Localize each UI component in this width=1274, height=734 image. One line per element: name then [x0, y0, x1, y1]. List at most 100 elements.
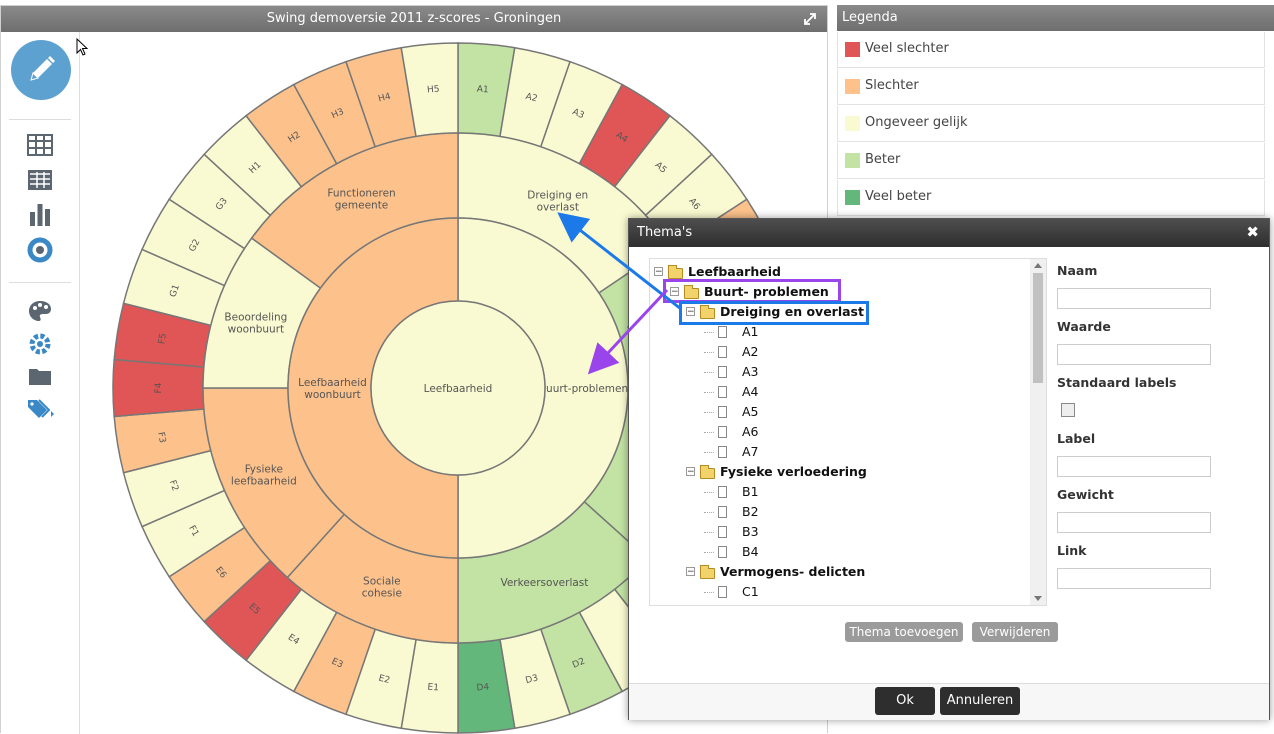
tree-leaf-node[interactable]: A5	[742, 402, 759, 422]
tree-connector	[704, 512, 714, 513]
legend-swatch	[845, 42, 860, 57]
standaard-labels-checkbox[interactable]	[1061, 403, 1075, 417]
tree-leaf-node[interactable]: A7	[742, 442, 759, 462]
legend-item-ongeveer-gelijk: Ongeveer gelijk	[837, 106, 1265, 142]
legend-item-slechter: Slechter	[837, 69, 1265, 105]
sunburst-segment-label: E1	[427, 683, 439, 694]
tree-connector	[704, 432, 714, 433]
highlight-box-blue	[679, 301, 869, 325]
legend-swatch	[845, 116, 860, 131]
document-icon	[718, 426, 727, 438]
legend-label: Veel beter	[865, 189, 932, 204]
tree-connector	[704, 552, 714, 553]
document-icon	[718, 586, 727, 598]
remove-button[interactable]: Verwijderen	[972, 622, 1058, 642]
naam-input[interactable]	[1057, 288, 1211, 309]
tree-connector	[704, 332, 714, 333]
naam-label: Naam	[1057, 263, 1098, 278]
mouse-cursor-icon	[76, 38, 89, 56]
tree-connector	[704, 452, 714, 453]
tree-connector	[704, 592, 714, 593]
gewicht-label: Gewicht	[1057, 487, 1114, 502]
tree-toggle-icon[interactable]: −	[686, 567, 695, 577]
legend-swatch	[845, 153, 860, 168]
folder-icon	[700, 565, 715, 579]
tree-connector	[704, 352, 714, 353]
tree-leaf-node[interactable]: A6	[742, 422, 759, 442]
tree-scrollbar-thumb[interactable]	[1033, 273, 1043, 383]
tree-toggle-icon[interactable]: −	[686, 467, 695, 477]
legend-title: Legenda	[837, 5, 1274, 31]
sunburst-segment-label: Leefbaarheid woonbuurt	[298, 377, 367, 401]
tree-folder-node[interactable]: Fysieke verloedering	[720, 462, 867, 482]
document-icon	[718, 506, 727, 518]
sunburst-segment-label: A1	[476, 85, 489, 96]
tree-leaf-node[interactable]: C1	[742, 582, 759, 602]
tree-leaf-node[interactable]: B3	[742, 522, 759, 542]
tree-leaf-node[interactable]: B4	[742, 542, 759, 562]
tree-scrollbar[interactable]	[1030, 259, 1046, 605]
label-input[interactable]	[1057, 456, 1211, 477]
add-theme-button[interactable]: Thema toevoegen	[845, 622, 963, 642]
tree-connector	[704, 392, 714, 393]
ok-button[interactable]: Ok	[875, 687, 935, 715]
document-icon	[718, 326, 727, 338]
document-icon	[718, 446, 727, 458]
document-icon	[718, 406, 727, 418]
legend-label: Beter	[865, 152, 901, 167]
tree-toggle-icon[interactable]: −	[654, 267, 663, 277]
tree-node-label: Vermogens- delicten	[720, 564, 866, 579]
legend-label: Slechter	[865, 78, 919, 93]
sunburst-segment-label: Sociale cohesie	[362, 575, 402, 599]
waarde-label: Waarde	[1057, 319, 1111, 334]
link-label: Link	[1057, 543, 1087, 558]
legend-label: Ongeveer gelijk	[865, 115, 968, 130]
sunburst-segment-label: F4	[154, 382, 164, 393]
gewicht-input[interactable]	[1057, 512, 1211, 533]
sunburst-segment-label: Verkeersoverlast	[500, 577, 588, 589]
folder-icon	[668, 265, 683, 279]
legend-item-veel-beter: Veel beter	[837, 180, 1265, 216]
document-icon	[718, 526, 727, 538]
legend-swatch	[845, 79, 860, 94]
label-label: Label	[1057, 431, 1096, 446]
document-icon	[718, 386, 727, 398]
folder-icon	[700, 465, 715, 479]
waarde-input[interactable]	[1057, 344, 1211, 365]
document-icon	[718, 546, 727, 558]
theme-tree: − Leefbaarheid − Buurt- problemen − Dreiging …	[649, 258, 1047, 606]
tree-leaf-node[interactable]: A2	[742, 342, 759, 362]
tree-leaf-node[interactable]: A4	[742, 382, 759, 402]
tree-leaf-node[interactable]: B2	[742, 502, 759, 522]
link-input[interactable]	[1057, 568, 1211, 589]
scroll-down-icon[interactable]	[1034, 596, 1042, 602]
tree-leaf-node[interactable]: A3	[742, 362, 759, 382]
sunburst-segment-label: D4	[476, 682, 490, 693]
document-icon	[718, 346, 727, 358]
tree-connector	[704, 492, 714, 493]
document-icon	[718, 366, 727, 378]
document-icon	[718, 486, 727, 498]
sunburst-segment-label: Functioneren gemeente	[327, 188, 395, 212]
standaard-labels-label: Standaard labels	[1057, 375, 1177, 390]
tree-leaf-node[interactable]: C2	[742, 602, 759, 605]
scroll-up-icon[interactable]	[1034, 262, 1042, 268]
highlight-box-purple	[663, 279, 841, 303]
legend-label: Veel slechter	[865, 41, 949, 56]
close-icon[interactable]: ✖	[1246, 223, 1259, 241]
tree-connector	[704, 412, 714, 413]
dialog-title: Thema's	[629, 219, 1269, 247]
tree-connector	[704, 372, 714, 373]
tree-folder-node[interactable]: Vermogens- delicten	[720, 562, 865, 582]
legend-item-beter: Beter	[837, 143, 1265, 179]
tree-connector	[704, 532, 714, 533]
tree-leaf-node[interactable]: A1	[742, 322, 759, 342]
tree-node-label: Leefbaarheid	[688, 264, 781, 279]
tree-leaf-node[interactable]: B1	[742, 482, 759, 502]
themes-dialog: Thema's ✖ − Leefbaarheid − Buurt- problemen…	[628, 218, 1270, 720]
legend-item-veel-slechter: Veel slechter	[837, 32, 1265, 68]
cancel-button[interactable]: Annuleren	[940, 687, 1020, 715]
sunburst-center-label: Leefbaarheid	[424, 383, 493, 395]
sunburst-segment-label: Beoordeling woonbuurt	[224, 311, 287, 335]
sunburst-segment-label: Buurt-problemen	[539, 383, 628, 395]
